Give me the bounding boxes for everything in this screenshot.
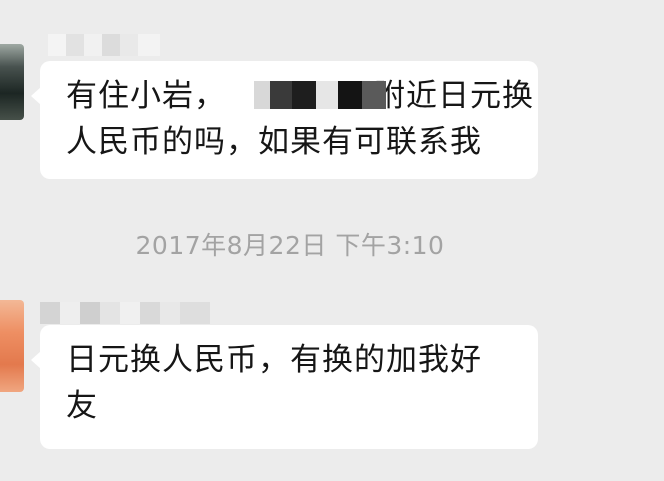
message-line: 日元换人民币，有换的加我好 xyxy=(66,342,482,378)
message-bubble[interactable]: 日元换人民币，有换的加我好 友 xyxy=(31,325,538,449)
chat-window: 有住小岩， 附近日元换 人民币的吗，如果有可联系我 2017年8月22日 下午3:… xyxy=(0,0,664,481)
message-line: 友 xyxy=(66,388,98,424)
message-text-start: 有住小岩， xyxy=(66,78,226,114)
redaction-mosaic xyxy=(254,81,386,109)
message-bubble[interactable]: 有住小岩， 附近日元换 人民币的吗，如果有可联系我 xyxy=(31,61,538,179)
message-text-end: 附近日元换 xyxy=(374,78,534,114)
timestamp: 2017年8月22日 下午3:10 xyxy=(135,231,445,260)
avatar[interactable] xyxy=(0,300,24,392)
sender-name-blurred xyxy=(48,34,160,56)
avatar[interactable] xyxy=(0,44,24,120)
message-line: 人民币的吗，如果有可联系我 xyxy=(66,124,482,160)
sender-name-blurred xyxy=(40,302,210,324)
